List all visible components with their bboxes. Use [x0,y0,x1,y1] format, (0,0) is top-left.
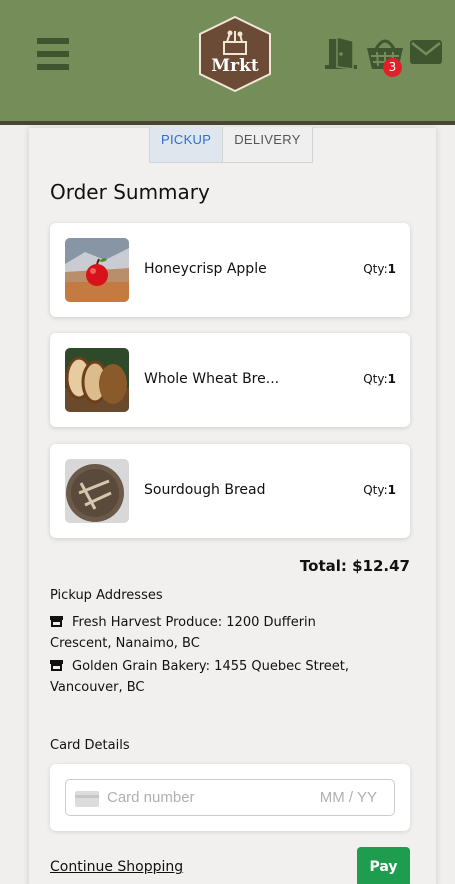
logo[interactable]: Mrkt [195,15,275,93]
credit-card-icon [75,791,99,807]
door-icon[interactable] [323,35,359,75]
store-icon [50,616,63,627]
pickup-address: Golden Grain Bakery: 1455 Quebec Street,… [50,659,350,695]
item-image [65,238,129,302]
item-name: Honeycrisp Apple [144,261,267,277]
order-item: Honeycrisp Apple Qty:1 [50,223,410,317]
store-icon [50,660,63,671]
order-total: Total: $12.47 [299,557,410,575]
item-image [65,348,129,412]
cart-count-badge: 3 [383,58,402,77]
continue-shopping-link[interactable]: Continue Shopping [50,859,183,875]
app-header: Mrkt 3 [0,0,455,125]
card-details-box: Card number MM / YY [50,764,410,831]
mail-icon[interactable] [409,39,443,69]
card-number-input[interactable]: Card number MM / YY [65,779,395,816]
pickup-addresses-title: Pickup Addresses [50,588,163,603]
item-image [65,459,129,523]
card-details-label: Card Details [50,738,130,753]
order-item: Whole Wheat Bre... Qty:1 [50,333,410,427]
menu-icon[interactable] [37,38,69,70]
item-qty: Qty:1 [363,262,396,276]
pickup-address: Fresh Harvest Produce: 1200 Dufferin Cre… [50,615,316,651]
item-name: Whole Wheat Bre... [144,371,280,387]
logo-badge-icon [199,15,271,93]
order-item: Sourdough Bread Qty:1 [50,444,410,538]
item-qty: Qty:1 [363,483,396,497]
fulfillment-tabs: PICKUP DELIVERY [149,127,313,163]
tab-delivery[interactable]: DELIVERY [223,127,312,162]
item-qty: Qty:1 [363,372,396,386]
order-summary-title: Order Summary [50,180,210,204]
pay-button[interactable]: Pay [357,847,410,884]
logo-text: Mrkt [211,56,259,76]
tab-pickup[interactable]: PICKUP [150,127,224,162]
card-number-placeholder: Card number [107,789,195,806]
expiry-placeholder: MM / YY [319,789,377,806]
item-name: Sourdough Bread [144,482,266,498]
